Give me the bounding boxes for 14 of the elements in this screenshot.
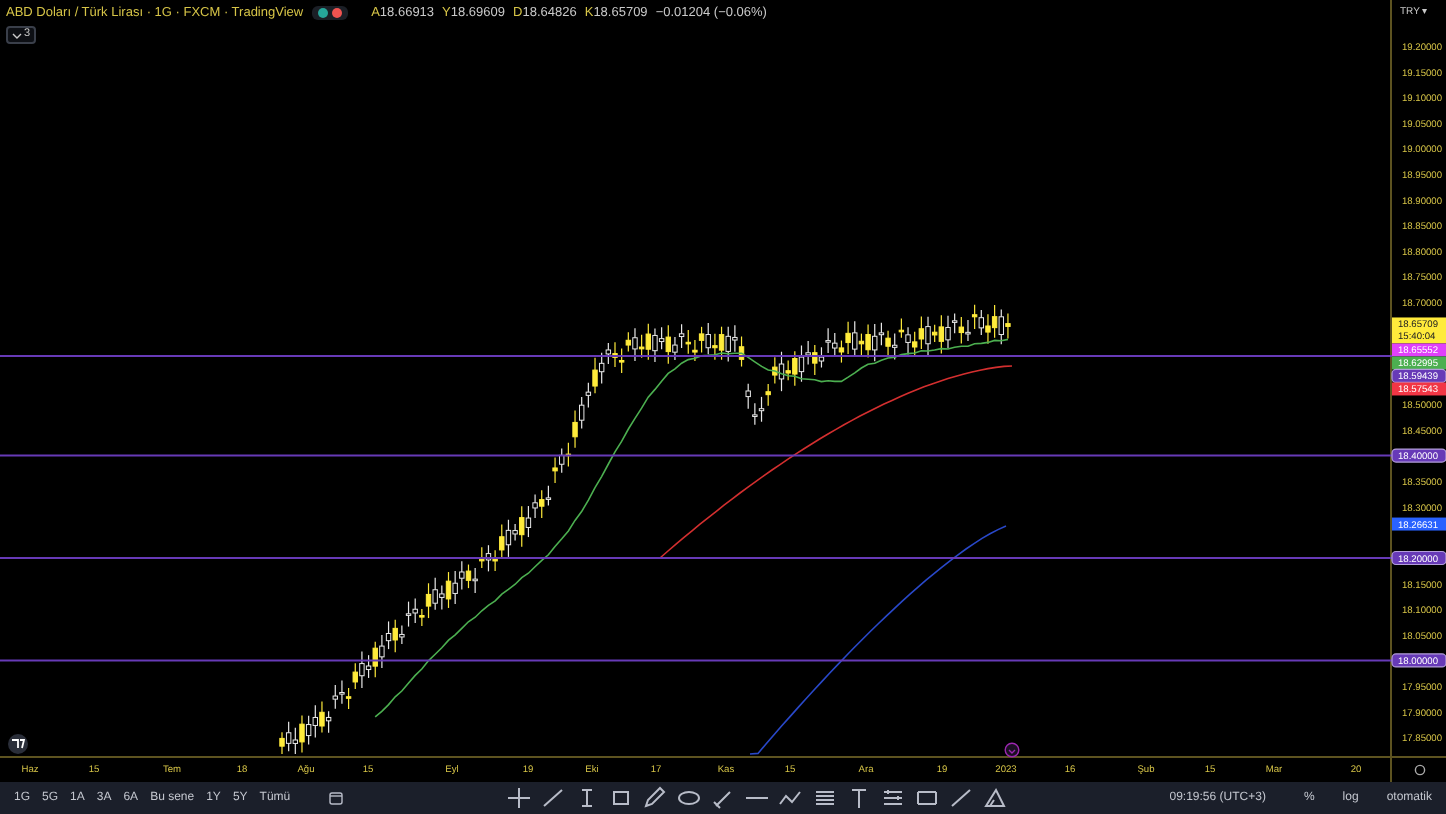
chevron-icon <box>12 31 22 39</box>
line-tool-icon[interactable] <box>539 786 566 810</box>
calendar-icon[interactable] <box>328 790 345 806</box>
rectangle-icon[interactable] <box>607 786 634 810</box>
crosshair-icon[interactable] <box>505 786 532 810</box>
zigzag-icon[interactable] <box>777 786 804 810</box>
brush-icon[interactable] <box>641 786 668 810</box>
settings-icon[interactable] <box>1414 764 1426 776</box>
ruler-icon[interactable] <box>981 786 1008 810</box>
fibonacci-icon[interactable] <box>811 786 838 810</box>
target-icon[interactable] <box>1004 742 1020 758</box>
logo-icon[interactable] <box>8 734 28 754</box>
line-tool-icon[interactable] <box>947 786 974 810</box>
horizontal-level-line[interactable] <box>0 355 1393 358</box>
